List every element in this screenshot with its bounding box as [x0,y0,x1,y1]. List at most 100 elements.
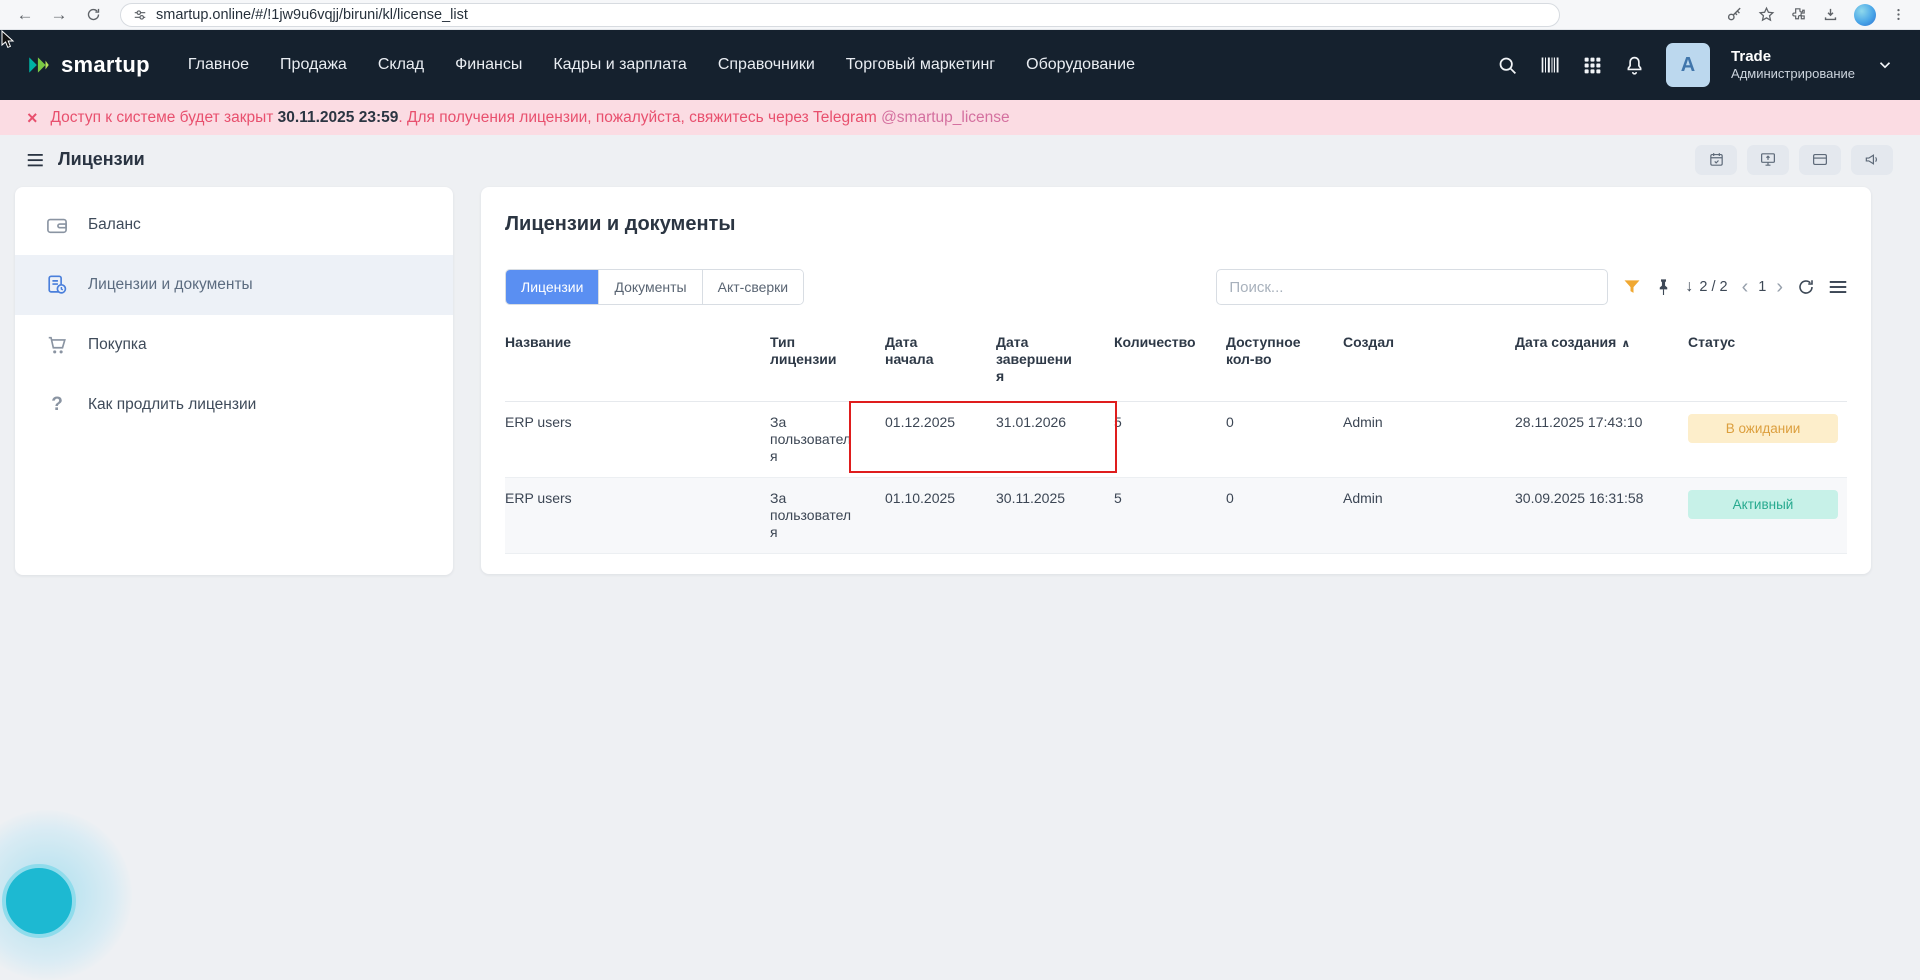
tab-reconciliation[interactable]: Акт-сверки [702,270,804,304]
filter-funnel-icon[interactable] [1622,277,1642,297]
column-header-status[interactable]: Статус [1688,322,1847,402]
sidebar-item-label: Баланс [88,216,141,233]
sidebar-item-label: Как продлить лицензии [88,396,257,413]
nav-item-torgovyi-marketing[interactable]: Торговый маркетинг [846,56,995,74]
sidebar-item-purchase[interactable]: Покупка [15,315,453,375]
current-page: 1 [1758,279,1767,295]
tab-licenses[interactable]: Лицензии [506,270,600,304]
banner-close-icon[interactable]: × [27,109,38,127]
browser-reload-button[interactable] [78,7,108,22]
toolbar-right-group: ↓ 2 / 2 ‹ 1 › [1216,269,1847,305]
cell-date-end: 30.11.2025 [996,477,1114,554]
refresh-icon[interactable] [1797,278,1815,296]
megaphone-icon [1865,154,1878,165]
browser-profile-avatar[interactable] [1854,3,1876,26]
cell-date-start: 01.12.2025 [885,401,996,478]
announcement-action-button[interactable] [1851,144,1893,175]
status-badge: В ожидании [1688,414,1838,443]
prev-page-button[interactable]: ‹ [1742,277,1749,297]
user-avatar[interactable]: A [1666,43,1711,87]
question-mark-icon: ? [51,394,63,415]
password-key-icon[interactable] [1726,6,1743,23]
search-icon[interactable] [1497,55,1518,76]
nav-item-glavnoe[interactable]: Главное [188,56,249,74]
banner-deadline: 30.11.2025 23:59 [277,108,399,126]
browser-toolbar: ← → smartup.online/#/!1jw9u6vqjj/biruni/… [0,0,1920,30]
cell-quantity: 5 [1114,477,1226,554]
cell-created-by: Admin [1343,477,1515,554]
browser-back-button[interactable]: ← [10,0,40,30]
column-header-created-by[interactable]: Создал [1343,322,1515,402]
nav-item-spravochniki[interactable]: Справочники [718,56,815,74]
account-name: Trade [1731,48,1772,66]
card-icon [1813,153,1827,166]
url-text: smartup.online/#/!1jw9u6vqjj/biruni/kl/l… [156,6,468,23]
download-icon[interactable] [1822,6,1839,23]
table-menu-icon[interactable] [1829,280,1847,294]
column-header-date-start[interactable]: Дата начала [885,322,996,402]
table-row[interactable]: ERP users За пользователя 01.12.2025 31.… [505,401,1847,478]
column-header-date-end[interactable]: Дата завершения [996,322,1114,402]
tabs-group: Лицензии Документы Акт-сверки [505,269,805,305]
column-header-name[interactable]: Название [505,322,770,402]
column-header-created-at[interactable]: Дата создания ∧ [1515,322,1688,402]
chevron-down-icon[interactable] [1876,56,1894,74]
nav-item-prodazha[interactable]: Продажа [280,56,347,74]
column-header-available[interactable]: Доступное кол-во [1226,322,1343,402]
wallet-icon [45,215,69,235]
cell-created-at: 30.09.2025 16:31:58 [1515,477,1688,554]
sidebar-toggle-hamburger-icon[interactable] [27,152,45,168]
tab-documents[interactable]: Документы [599,270,703,304]
page-header-actions [1695,144,1893,175]
pagination: ‹ 1 › [1742,277,1783,297]
address-bar[interactable]: smartup.online/#/!1jw9u6vqjj/biruni/kl/l… [120,2,1560,27]
cell-available: 0 [1226,401,1343,478]
bookmark-star-icon[interactable] [1758,6,1775,23]
nav-item-oborudovanie[interactable]: Оборудование [1026,56,1135,74]
column-header-quantity[interactable]: Количество [1114,322,1226,402]
apps-grid-icon[interactable] [1582,55,1603,76]
nav-item-kadry[interactable]: Кадры и зарплата [553,56,687,74]
column-header-license-type[interactable]: Тип лицензии [770,322,885,402]
screen-share-action-button[interactable] [1747,144,1789,175]
account-info[interactable]: Trade Администрирование [1731,48,1855,82]
browser-forward-button[interactable]: → [44,0,74,30]
barcode-icon[interactable] [1539,55,1561,75]
notifications-bell-icon[interactable] [1624,55,1645,76]
sidebar-item-licenses-documents[interactable]: Лицензии и документы [15,255,453,315]
telegram-link[interactable]: @smartup_license [881,109,1010,126]
smartup-logo[interactable]: smartup [26,52,150,78]
status-badge: Активный [1688,490,1838,519]
calendar-action-button[interactable] [1695,144,1737,175]
panel-toolbar: Лицензии Документы Акт-сверки ↓ 2 / 2 [505,268,1847,306]
extensions-puzzle-icon[interactable] [1790,6,1807,23]
sidebar-item-label: Лицензии и документы [88,276,253,293]
sidebar-item-how-to-renew[interactable]: ? Как продлить лицензии [15,375,453,435]
cell-available: 0 [1226,477,1343,554]
site-controls-icon[interactable] [133,8,147,22]
sort-arrow-icon: ↓ [1685,278,1694,295]
next-page-button[interactable]: › [1776,277,1783,297]
card-action-button[interactable] [1799,144,1841,175]
cell-name: ERP users [505,477,770,554]
browser-actions [1726,3,1910,26]
chat-widget-button[interactable] [2,864,76,938]
rows-counter[interactable]: ↓ 2 / 2 [1685,278,1727,296]
table-row[interactable]: ERP users За пользователя 01.10.2025 30.… [505,477,1847,554]
logo-text: smartup [61,52,150,77]
header-actions: A Trade Администрирование [1497,43,1894,87]
license-document-icon [45,274,69,296]
cell-status: В ожидании [1688,401,1847,478]
cell-license-type: За пользователя [770,477,885,554]
cell-created-at: 28.11.2025 17:43:10 [1515,401,1688,478]
sidebar-item-balance[interactable]: Баланс [15,195,453,255]
reload-icon [87,8,99,21]
licenses-panel: Лицензии и документы Лицензии Документы … [481,187,1871,574]
license-sidebar: Баланс Лицензии и документы Покупка ? Ка… [15,187,453,575]
pin-icon[interactable] [1656,278,1671,297]
search-input[interactable] [1216,269,1609,305]
app-header: smartup Главное Продажа Склад Финансы Ка… [0,30,1920,100]
browser-menu-kebab-icon[interactable] [1891,7,1906,22]
nav-item-sklad[interactable]: Склад [378,56,424,74]
nav-item-finansy[interactable]: Финансы [455,56,522,74]
